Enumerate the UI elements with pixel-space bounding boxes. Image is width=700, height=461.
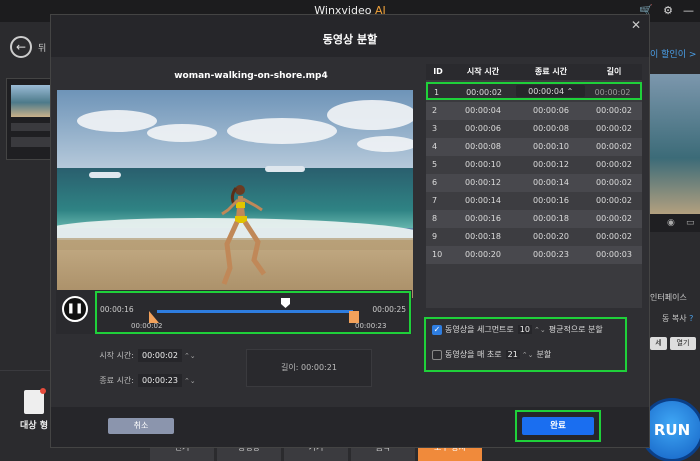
discount-link[interactable]: 이 할인이 > [650, 47, 696, 60]
col-end: 종료 시간 [534, 67, 568, 76]
video-preview [57, 90, 413, 298]
timeline-slider[interactable]: 00:00:16 00:00:25 00:00:02 00:00:23 [95, 291, 411, 334]
table-row[interactable]: 3 00:00:06 00:00:08 00:00:02 [426, 120, 642, 138]
end-marker-time: 00:00:23 [355, 322, 387, 330]
current-time: 00:00:16 [100, 305, 134, 314]
col-start: 시작 시간 [466, 67, 500, 76]
end-time-label: 종료 시간: [99, 376, 134, 385]
end-time-input[interactable]: 00:00:23 [138, 374, 182, 387]
start-marker-time: 00:00:02 [131, 322, 163, 330]
target-format-label: 대상 형 [20, 421, 48, 431]
start-time-row: 시작 시간: 00:00:02 ⌃⌄ [82, 349, 196, 362]
close-icon[interactable]: ✕ [631, 18, 641, 32]
table-row[interactable]: 10 00:00:20 00:00:23 00:00:03 [426, 246, 642, 264]
cancel-button[interactable]: 취소 [108, 418, 174, 434]
col-id: ID [433, 67, 443, 76]
woman-figure [221, 185, 267, 285]
checkbox-seconds[interactable] [432, 349, 442, 360]
start-time-spinner[interactable]: ⌃⌄ [184, 352, 196, 360]
col-length: 길이 [606, 67, 622, 76]
end-time-row: 종료 시간: 00:00:23 ⌃⌄ [82, 374, 196, 387]
table-row[interactable]: 1 00:00:02 00:00:04 ⌃ 00:00:02 [426, 82, 642, 100]
segments-count-input[interactable]: 10 [517, 325, 532, 334]
checkbox-segments[interactable]: ✓ [432, 324, 442, 335]
table-row[interactable]: 4 00:00:08 00:00:10 00:00:02 [426, 138, 642, 156]
table-row[interactable]: 6 00:00:12 00:00:14 00:00:02 [426, 174, 642, 192]
table-row[interactable]: 9 00:00:18 00:00:20 00:00:02 [426, 228, 642, 246]
start-time-label: 시작 시간: [99, 351, 134, 360]
file-name: woman-walking-on-shore.mp4 [174, 71, 328, 81]
back-label: 뒤 [38, 44, 47, 54]
segments-spinner[interactable]: ⌃⌄ [534, 326, 546, 334]
table-header: ID 시작 시간 종료 시간 길이 [426, 64, 642, 80]
timeline-track[interactable] [157, 310, 353, 313]
auto-copy-label: 동 복사 ? [662, 314, 694, 323]
pause-button[interactable]: ❚❚ [62, 296, 88, 322]
target-format-panel [0, 370, 50, 461]
thumbnail-image [11, 85, 53, 117]
seconds-spinner[interactable]: ⌃⌄ [522, 351, 534, 359]
playhead-handle[interactable] [281, 298, 290, 308]
minimize-icon[interactable]: — [683, 4, 694, 17]
end-time-edit[interactable]: 00:00:04 ⌃ [516, 85, 586, 97]
end-time-spinner[interactable]: ⌃⌄ [184, 377, 196, 385]
done-button[interactable]: 완료 [522, 417, 594, 435]
open-folder-button[interactable]: 열기 [670, 337, 696, 350]
split-options: ✓ 동영상을 세그먼트로 10 ⌃⌄ 평균적으로 분할 동영상을 매 초로 21 ⌃⌄ 분할 [424, 317, 627, 372]
help-icon[interactable]: ? [689, 314, 693, 323]
split-by-segments-option[interactable]: ✓ 동영상을 세그먼트로 10 ⌃⌄ 평균적으로 분할 [432, 324, 603, 335]
notification-dot [40, 388, 46, 394]
gear-icon[interactable]: ⚙ [663, 4, 673, 17]
length-display: 길이: 00:00:21 [246, 349, 372, 387]
segment-table: ID 시작 시간 종료 시간 길이 1 00:00:02 00:00:04 ⌃ … [426, 64, 642, 308]
table-row[interactable]: 8 00:00:16 00:00:18 00:00:02 [426, 210, 642, 228]
table-row[interactable]: 2 00:00:04 00:00:06 00:00:02 [426, 102, 642, 120]
done-button-highlight: 완료 [515, 410, 601, 442]
back-arrow-icon[interactable]: ← [10, 36, 32, 58]
folder-icon[interactable]: ▭ [686, 218, 695, 228]
seconds-input[interactable]: 21 [505, 350, 520, 359]
total-time: 00:00:25 [372, 305, 406, 314]
table-row[interactable]: 5 00:00:10 00:00:12 00:00:02 [426, 156, 642, 174]
start-time-input[interactable]: 00:00:02 [138, 349, 182, 362]
spinner-icon[interactable]: ⌃ [567, 87, 574, 96]
interface-label: 인터페이스 [650, 293, 687, 302]
table-row[interactable]: 7 00:00:14 00:00:16 00:00:02 [426, 192, 642, 210]
video-thumbnail-card[interactable] [6, 78, 53, 160]
preview-image [650, 74, 700, 214]
dialog-title: 동영상 분할 [322, 33, 378, 46]
camera-icon[interactable]: ◉ [667, 218, 675, 228]
dialog-header: 동영상 분할 ✕ [51, 15, 649, 57]
browse-button[interactable]: 세 [650, 337, 667, 350]
split-by-seconds-option[interactable]: 동영상을 매 초로 21 ⌃⌄ 분할 [432, 349, 551, 360]
